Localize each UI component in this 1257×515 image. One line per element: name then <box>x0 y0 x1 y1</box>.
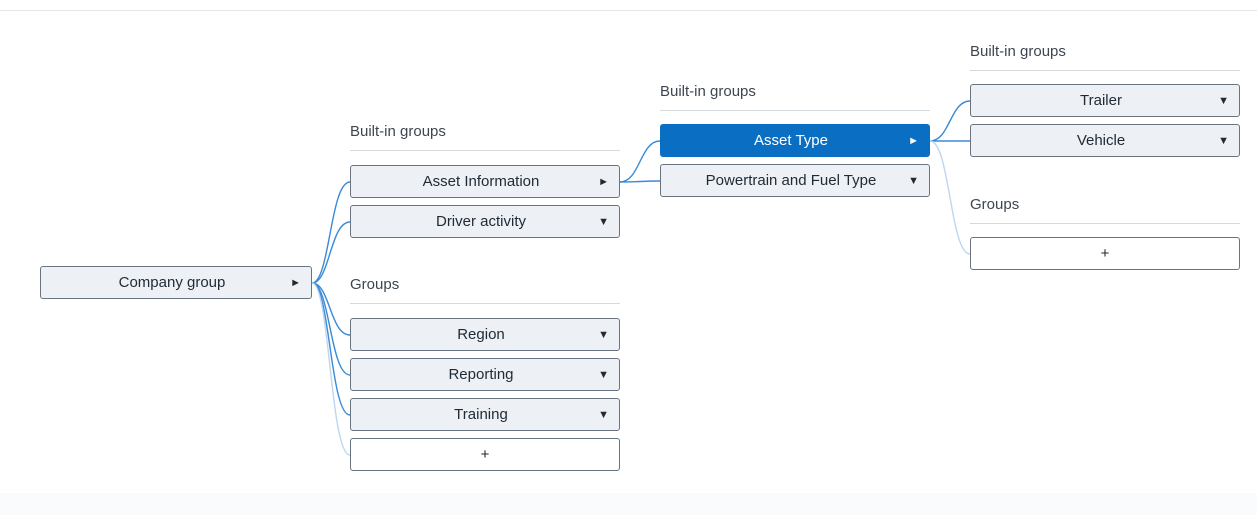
node-label: Training <box>454 406 508 423</box>
dropdown-caret-icon[interactable]: ▼ <box>598 214 609 230</box>
level3-builtin-heading: Built-in groups <box>970 43 1240 71</box>
asset-information-node[interactable]: Asset Information ► <box>350 165 620 198</box>
node-label: Asset Information <box>422 173 540 190</box>
level2-builtin-heading: Built-in groups <box>660 83 930 111</box>
connector-root-add <box>311 282 351 456</box>
dropdown-caret-icon[interactable]: ▼ <box>598 367 609 383</box>
node-label: Region <box>457 326 505 343</box>
connector-root-asset-information <box>311 181 351 284</box>
node-label: Powertrain and Fuel Type <box>705 172 877 189</box>
connector-asset-type-trailer <box>929 100 971 142</box>
node-label: Company group <box>118 274 226 291</box>
vehicle-node[interactable]: Vehicle ▼ <box>970 124 1240 157</box>
expand-right-icon[interactable]: ► <box>290 275 301 291</box>
expand-right-icon[interactable]: ► <box>598 174 609 190</box>
training-node[interactable]: Training ▼ <box>350 398 620 431</box>
connector-root-training <box>311 282 351 416</box>
level3-groups-heading: Groups <box>970 196 1240 224</box>
region-node[interactable]: Region ▼ <box>350 318 620 351</box>
node-label: Trailer <box>1080 92 1122 109</box>
add-group-button[interactable]: + <box>970 237 1240 270</box>
reporting-node[interactable]: Reporting ▼ <box>350 358 620 391</box>
connector-asset-information-asset-type <box>619 140 661 183</box>
plus-icon: + <box>1100 245 1110 262</box>
powertrain-fuel-type-node[interactable]: Powertrain and Fuel Type ▼ <box>660 164 930 197</box>
dropdown-caret-icon[interactable]: ▼ <box>1218 93 1229 109</box>
node-label: Asset Type <box>754 132 828 149</box>
asset-type-node[interactable]: Asset Type ► <box>660 124 930 157</box>
driver-activity-node[interactable]: Driver activity ▼ <box>350 205 620 238</box>
level1-builtin-heading: Built-in groups <box>350 123 620 151</box>
node-label: Vehicle <box>1076 132 1126 149</box>
trailer-node[interactable]: Trailer ▼ <box>970 84 1240 117</box>
expand-right-icon[interactable]: ► <box>908 133 919 149</box>
add-group-button[interactable]: + <box>350 438 620 471</box>
dropdown-caret-icon[interactable]: ▼ <box>598 327 609 343</box>
connector-root-reporting <box>311 282 351 376</box>
plus-icon: + <box>480 446 490 463</box>
company-group-node[interactable]: Company group ► <box>40 266 312 299</box>
node-label: Reporting <box>448 366 514 383</box>
dropdown-caret-icon[interactable]: ▼ <box>1218 133 1229 149</box>
connector-asset-type-add <box>929 140 971 255</box>
dropdown-caret-icon[interactable]: ▼ <box>908 173 919 189</box>
level1-groups-heading: Groups <box>350 276 620 304</box>
dropdown-caret-icon[interactable]: ▼ <box>598 407 609 423</box>
node-label: Driver activity <box>435 213 526 230</box>
